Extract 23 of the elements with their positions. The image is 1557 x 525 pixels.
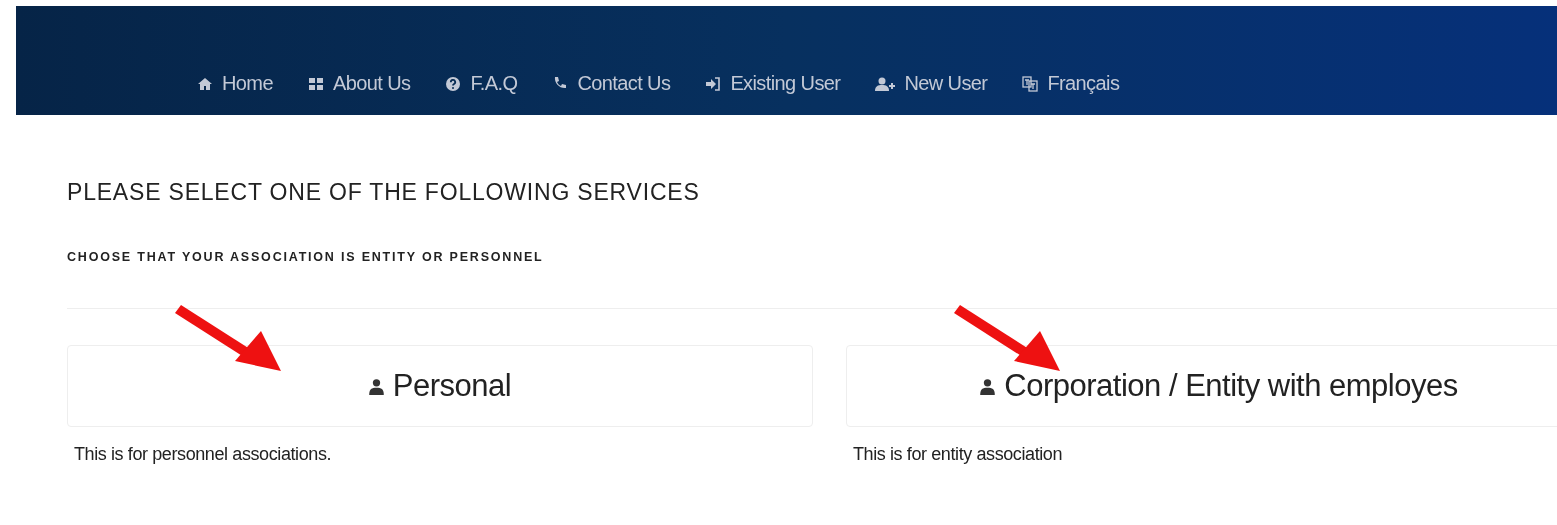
service-card[interactable]: Personal xyxy=(67,345,813,427)
add-user-icon xyxy=(875,75,896,92)
user-icon xyxy=(980,377,996,395)
service-description: This is for personnel associations. xyxy=(74,444,333,465)
nav-link[interactable]: About Us xyxy=(307,72,411,95)
nav-link[interactable]: Contact Us xyxy=(552,72,671,95)
service-card[interactable]: Corporation / Entity with employes xyxy=(846,345,1557,427)
nav-link[interactable]: Français xyxy=(1022,72,1120,95)
home-icon xyxy=(197,75,213,92)
service-title: Personal xyxy=(392,368,512,404)
sign-in-icon xyxy=(705,75,722,92)
grid-icon xyxy=(307,75,324,92)
nav-link[interactable]: F.A.Q xyxy=(445,72,518,95)
service-title: Corporation / Entity with employes xyxy=(1004,368,1458,404)
nav-link[interactable]: Home xyxy=(197,72,273,95)
question-icon xyxy=(445,75,462,92)
user-icon xyxy=(368,377,384,395)
translate-icon xyxy=(1022,75,1039,92)
nav-link[interactable]: New User xyxy=(875,72,988,95)
page-heading: PLEASE SELECT ONE OF THE FOLLOWING SERVICES xyxy=(67,179,701,206)
service-description: This is for entity association xyxy=(853,444,1064,465)
page-subheading: CHOOSE THAT YOUR ASSOCIATION IS ENTITY OR PERSONNEL xyxy=(67,250,545,264)
nav-link[interactable]: Existing User xyxy=(705,72,841,95)
